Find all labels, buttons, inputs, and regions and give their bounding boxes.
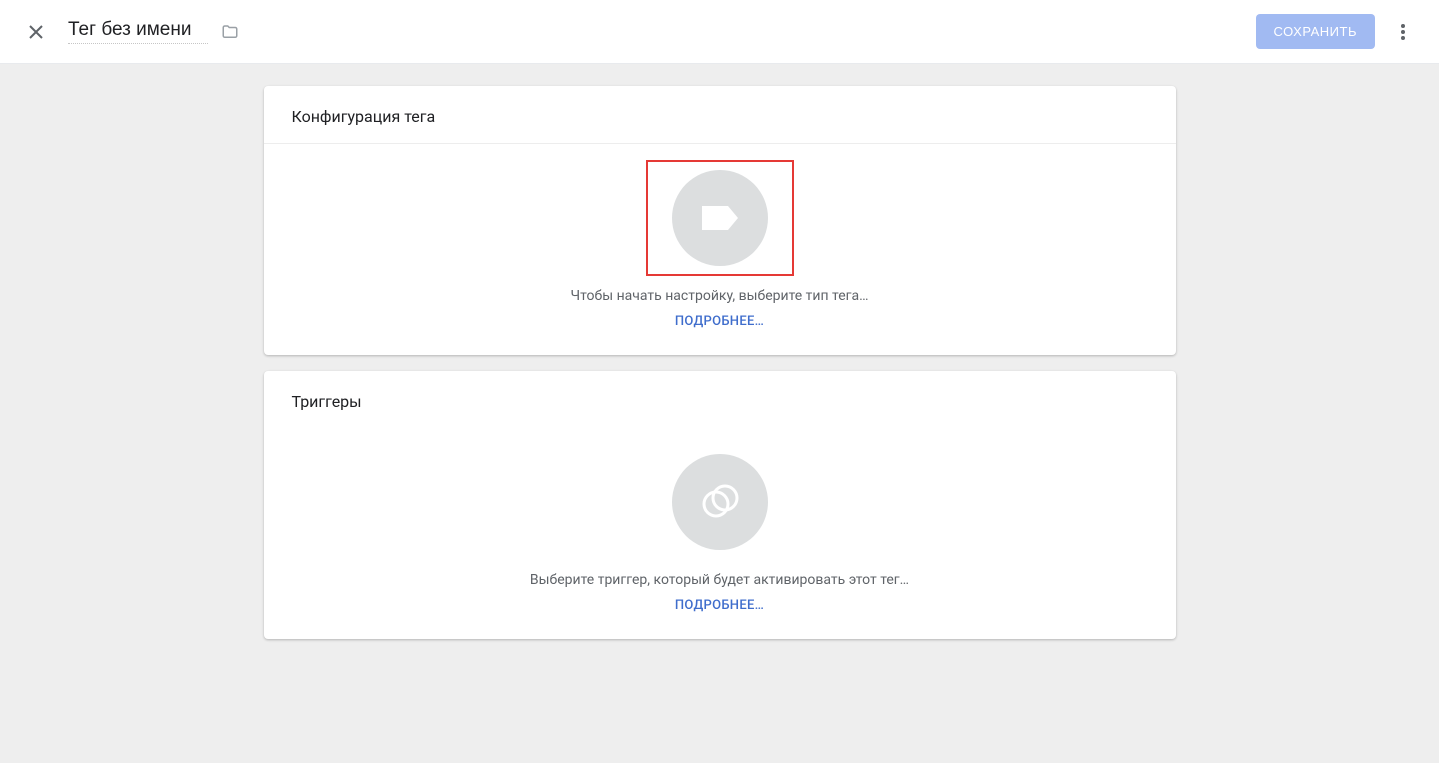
- triggers-card: Триггеры Выберите триггер, который будет…: [264, 371, 1176, 639]
- save-button[interactable]: СОХРАНИТЬ: [1256, 14, 1375, 49]
- trigger-icon-circle: [672, 454, 768, 550]
- tag-config-card: Конфигурация тега Чтобы начать настройку…: [264, 86, 1176, 355]
- triggers-body: Выберите триггер, который будет активиро…: [264, 428, 1176, 639]
- kebab-icon: [1401, 24, 1405, 40]
- trigger-placeholder[interactable]: [662, 444, 778, 560]
- content-area: Конфигурация тега Чтобы начать настройку…: [0, 64, 1439, 763]
- tag-config-more-link[interactable]: ПОДРОБНЕЕ…: [675, 314, 764, 329]
- tag-config-title: Конфигурация тега: [264, 86, 1176, 144]
- folder-button[interactable]: [220, 23, 240, 41]
- tag-name-input[interactable]: [68, 19, 208, 44]
- triggers-more-link[interactable]: ПОДРОБНЕЕ…: [675, 598, 764, 613]
- close-button[interactable]: [24, 20, 48, 44]
- folder-icon: [220, 23, 240, 41]
- close-icon: [29, 25, 43, 39]
- more-menu-button[interactable]: [1391, 20, 1415, 44]
- tag-config-body: Чтобы начать настройку, выберите тип тег…: [264, 144, 1176, 355]
- triggers-title: Триггеры: [264, 371, 1176, 428]
- triggers-helper-text: Выберите триггер, который будет активиро…: [530, 572, 909, 588]
- tag-icon: [700, 204, 740, 232]
- trigger-icon: [700, 482, 740, 522]
- tag-icon-circle: [672, 170, 768, 266]
- header: СОХРАНИТЬ: [0, 0, 1439, 64]
- tag-config-helper-text: Чтобы начать настройку, выберите тип тег…: [571, 288, 869, 304]
- tag-type-placeholder[interactable]: [646, 160, 794, 276]
